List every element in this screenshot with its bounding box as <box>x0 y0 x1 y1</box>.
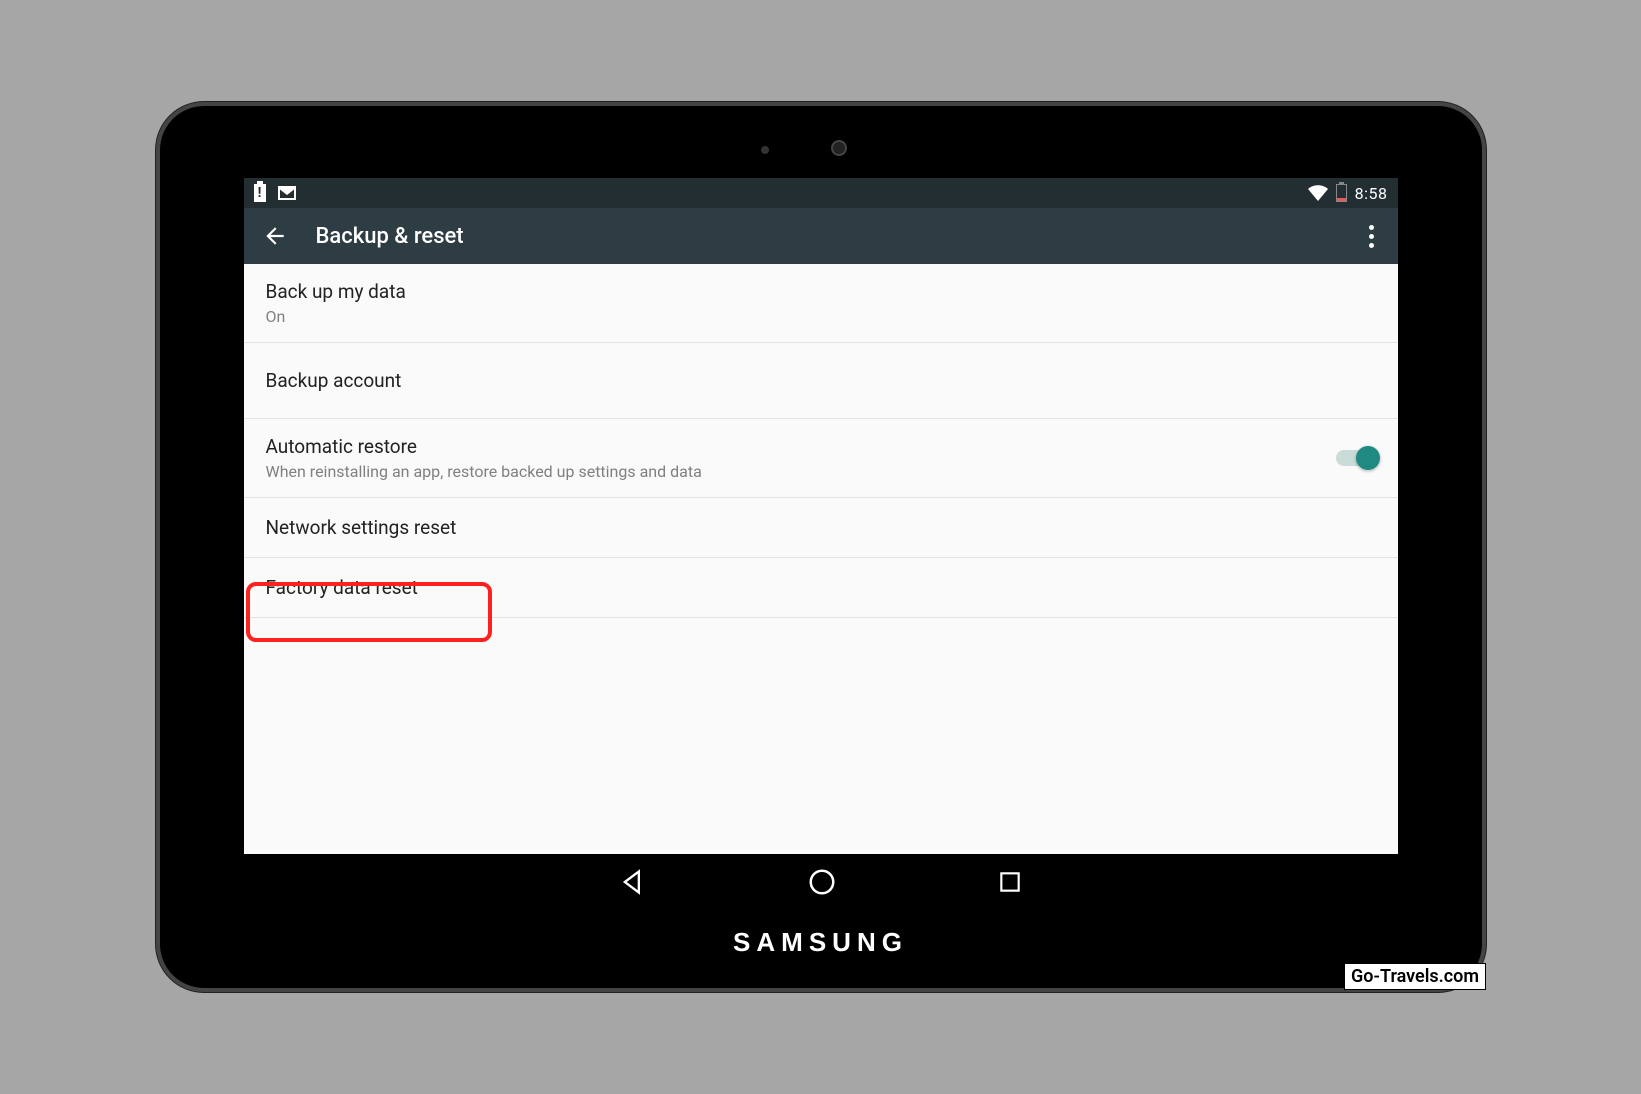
row-title: Back up my data <box>266 280 406 303</box>
tablet-frame: ! 8:58 Backup & reset <box>156 102 1486 992</box>
tablet-bezel: ! 8:58 Backup & reset <box>164 110 1478 984</box>
row-backup-my-data[interactable]: Back up my data On <box>244 264 1398 343</box>
back-arrow-icon[interactable] <box>262 223 288 249</box>
nav-recents-icon[interactable] <box>997 869 1023 895</box>
row-network-settings-reset[interactable]: Network settings reset <box>244 498 1398 558</box>
screen: ! 8:58 Backup & reset <box>244 178 1398 854</box>
status-right: 8:58 <box>1308 184 1388 203</box>
watermark: Go-Travels.com <box>1344 963 1486 990</box>
wifi-icon <box>1308 185 1328 201</box>
row-title: Network settings reset <box>266 516 457 539</box>
automatic-restore-toggle[interactable] <box>1336 450 1376 466</box>
row-backup-account[interactable]: Backup account <box>244 343 1398 419</box>
mail-icon <box>278 186 296 200</box>
app-bar: Backup & reset <box>244 208 1398 264</box>
settings-list: Back up my data On Backup account Automa… <box>244 264 1398 854</box>
row-automatic-restore[interactable]: Automatic restore When reinstalling an a… <box>244 419 1398 498</box>
row-subtitle: When reinstalling an app, restore backed… <box>266 462 702 481</box>
front-camera <box>831 140 847 156</box>
nav-back-icon[interactable] <box>619 868 647 896</box>
row-title: Factory data reset <box>266 576 418 599</box>
row-title: Backup account <box>266 369 402 392</box>
status-left: ! <box>254 184 296 202</box>
battery-alert-icon: ! <box>254 184 266 202</box>
android-nav-bar <box>244 854 1398 909</box>
brand-logo: SAMSUNG <box>164 927 1478 958</box>
nav-home-icon[interactable] <box>807 867 837 897</box>
overflow-menu-icon[interactable] <box>1363 219 1380 254</box>
app-bar-title: Backup & reset <box>316 224 464 249</box>
row-title: Automatic restore <box>266 435 702 458</box>
row-subtitle: On <box>266 307 406 326</box>
status-bar: ! 8:58 <box>244 178 1398 208</box>
battery-low-icon <box>1336 184 1347 202</box>
status-clock: 8:58 <box>1355 184 1388 203</box>
sensor-dot <box>761 146 769 154</box>
row-factory-data-reset[interactable]: Factory data reset <box>244 558 1398 618</box>
